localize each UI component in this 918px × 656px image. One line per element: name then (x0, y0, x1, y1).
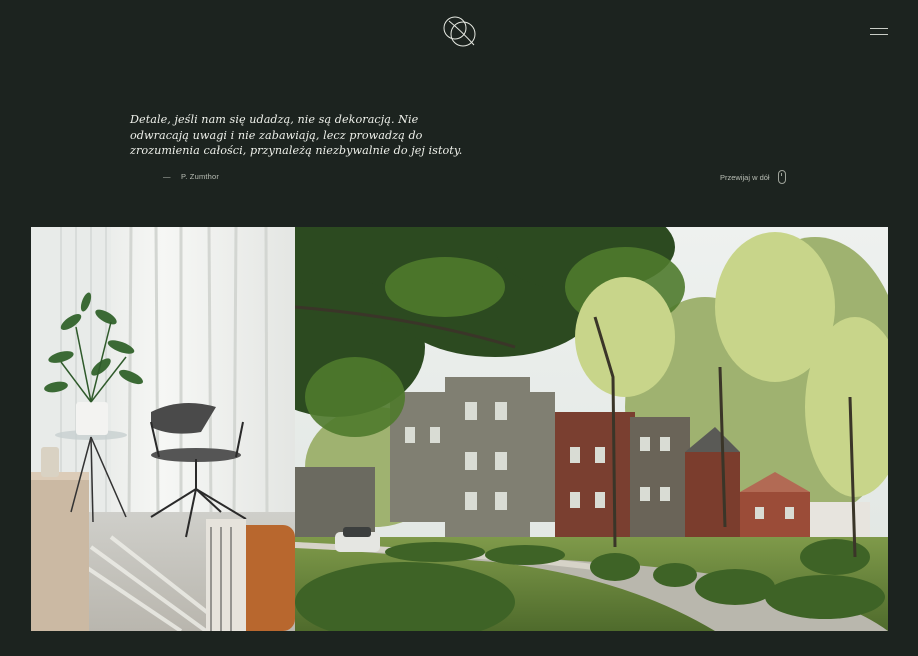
author-name: P. Zumthor (181, 172, 220, 181)
author-dash: — (163, 172, 171, 181)
interlocking-circles-logo-icon (443, 16, 476, 47)
hamburger-icon-line (870, 34, 888, 35)
architecture-photo (295, 227, 888, 631)
menu-button[interactable] (870, 26, 890, 38)
interior-photo (31, 227, 295, 631)
apartment-buildings-trees-photo (295, 227, 888, 631)
scroll-down-link[interactable]: Przewijaj w dół (720, 170, 786, 184)
quote-author: — P. Zumthor (163, 172, 219, 181)
hamburger-icon (870, 28, 888, 29)
quote-text: Detale, jeśli nam się udadzą, nie są dek… (130, 113, 463, 157)
interior-chair-plant-photo (31, 227, 295, 631)
scroll-down-label: Przewijaj w dół (720, 172, 770, 182)
brand-logo[interactable] (441, 15, 479, 49)
mouse-scroll-icon (777, 170, 786, 184)
